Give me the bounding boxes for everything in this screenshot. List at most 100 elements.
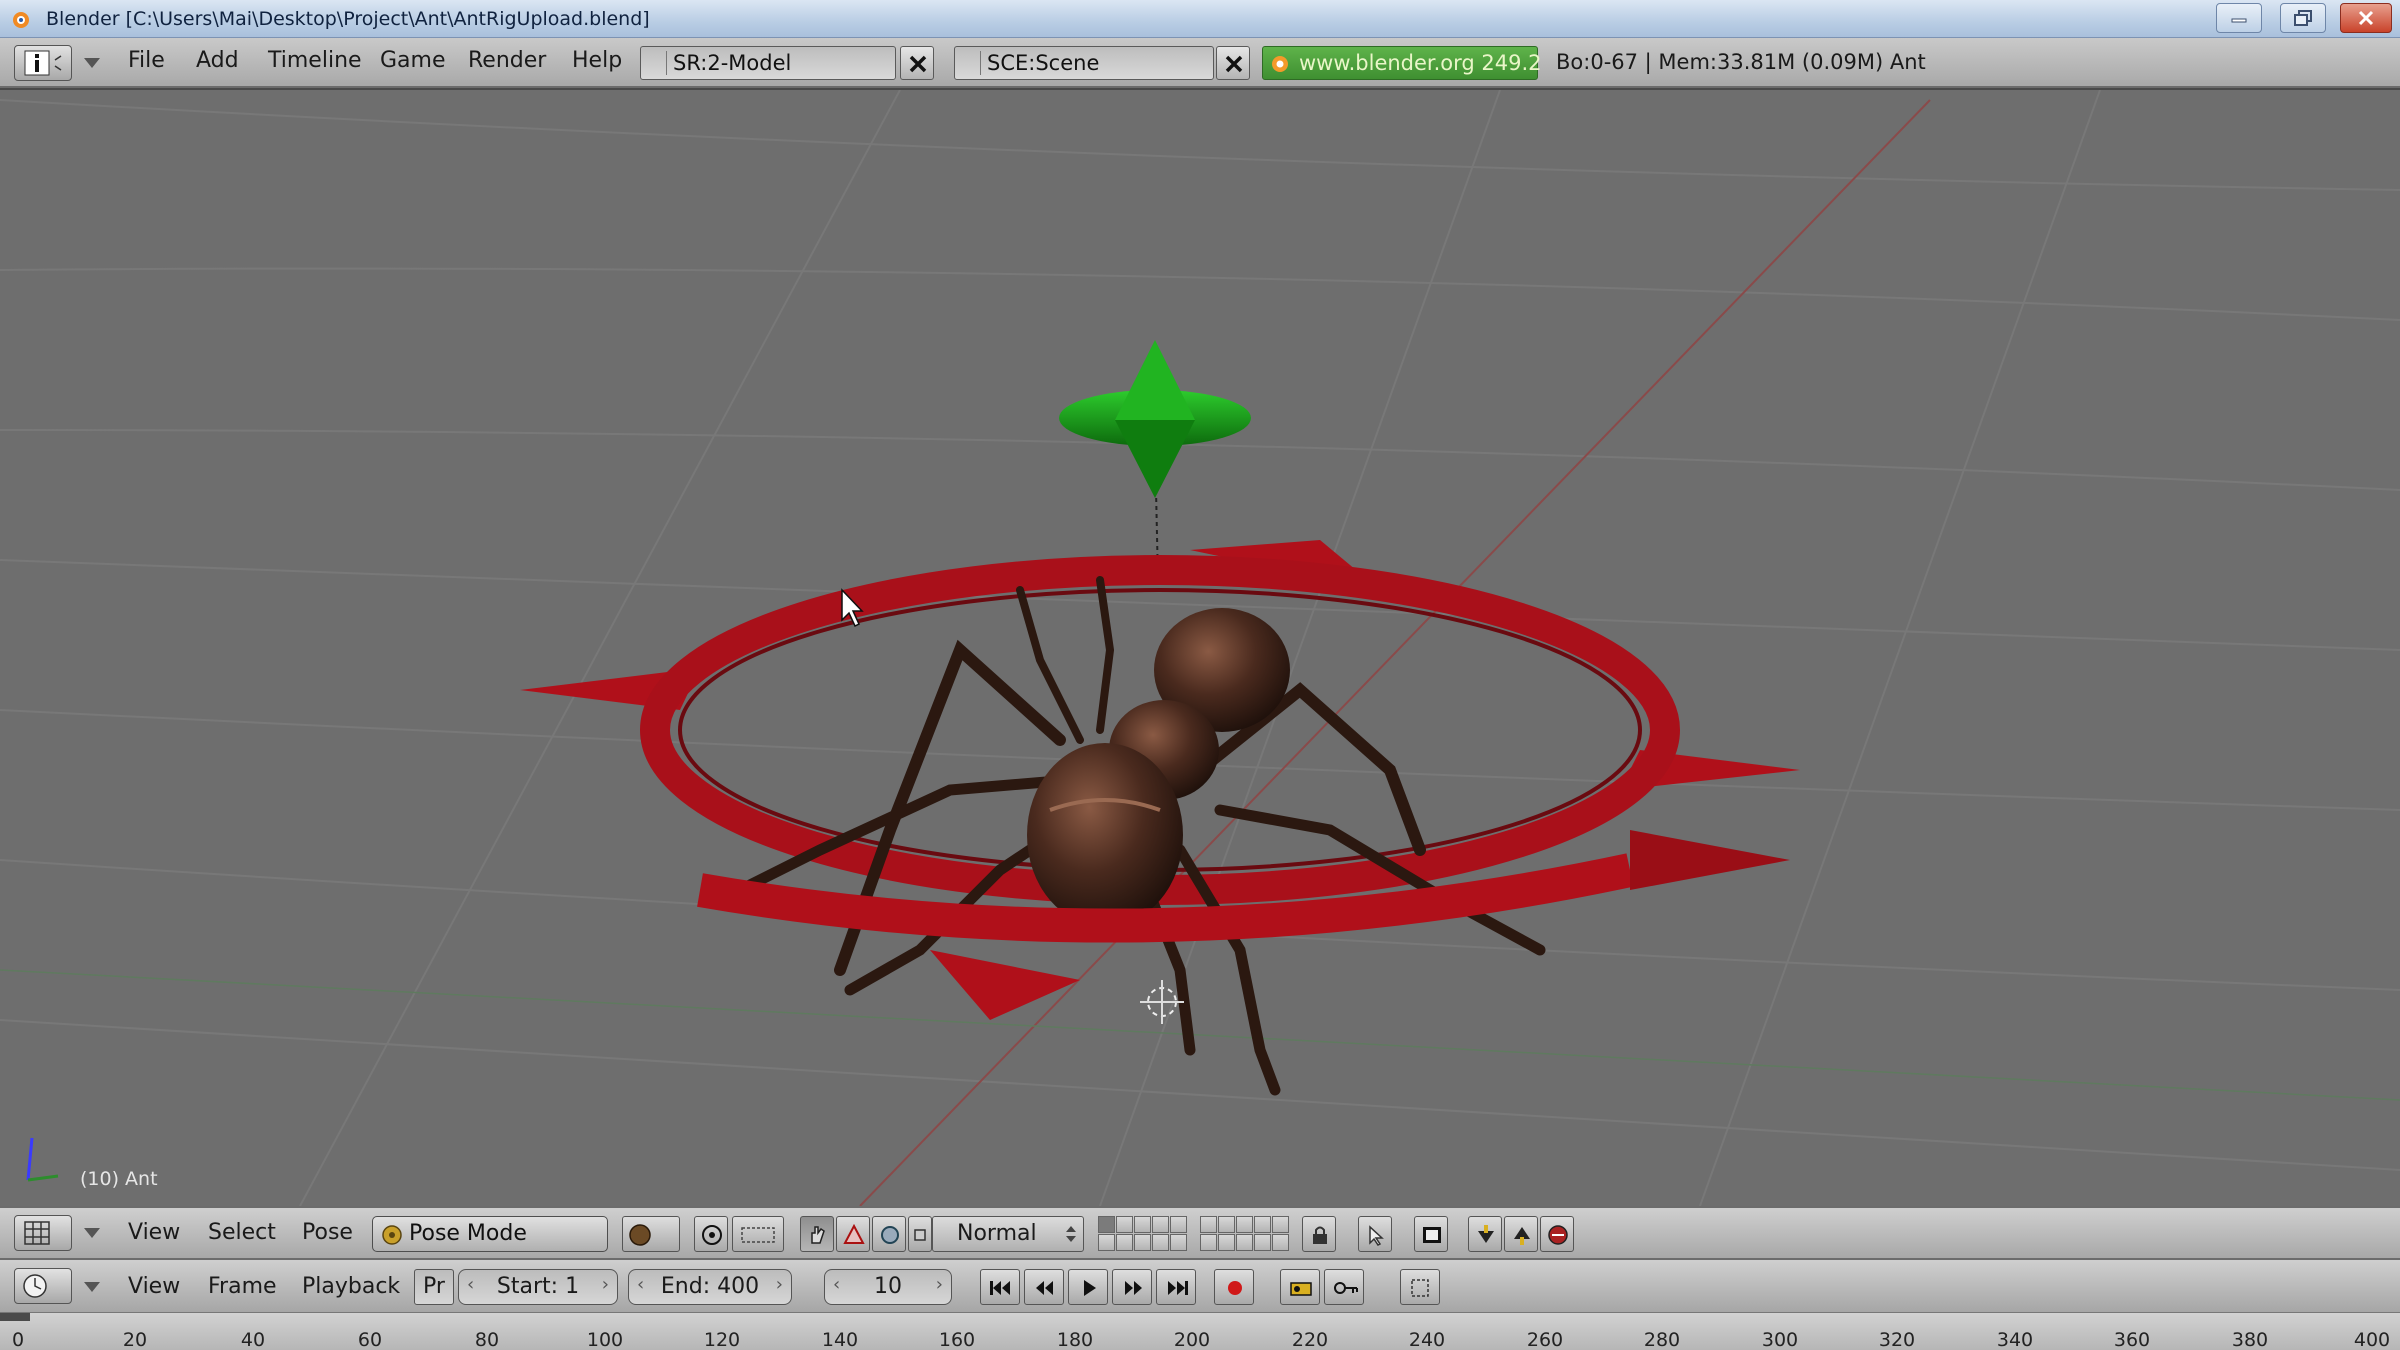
key-icon [1290, 1282, 1312, 1296]
mode-selector[interactable]: Pose Mode [372, 1216, 608, 1252]
copy-pose-button[interactable] [1358, 1216, 1392, 1252]
increment-arrow-icon[interactable]: › [776, 1274, 783, 1295]
preview-range-toggle[interactable]: Pr [414, 1269, 454, 1305]
minimize-button[interactable] [2216, 3, 2262, 33]
collapse-menus-icon[interactable] [82, 1226, 102, 1240]
start-frame-field[interactable]: ‹ Start: 1 › [458, 1269, 618, 1305]
pose-mode-icon [382, 1225, 402, 1245]
ruler-tick: 180 [1056, 1329, 1094, 1350]
previous-keyframe-button[interactable] [1024, 1269, 1064, 1305]
x-axis-line [859, 99, 1931, 1206]
ruler-tick: 120 [703, 1329, 741, 1350]
key-down-icon [1478, 1225, 1494, 1243]
collapse-menus-icon[interactable] [82, 1280, 102, 1294]
spinner-arrows-icon [1066, 1226, 1076, 1242]
frame-ruler[interactable]: 0 20 40 60 80 100 120 140 160 180 200 22… [0, 1312, 2400, 1350]
ruler-tick: 140 [821, 1329, 859, 1350]
close-window-button[interactable] [2340, 3, 2392, 33]
menu-frame[interactable]: Frame [208, 1274, 277, 1299]
dropdown-arrow-icon [959, 51, 981, 75]
play-button[interactable] [1068, 1269, 1108, 1305]
menu-pose[interactable]: Pose [302, 1220, 353, 1245]
restore-button[interactable] [2280, 3, 2326, 33]
menu-help[interactable]: Help [572, 48, 622, 73]
auto-keyframe-button[interactable] [1324, 1269, 1364, 1305]
record-icon [1228, 1281, 1242, 1295]
keying-set-button[interactable] [1280, 1269, 1320, 1305]
pivot-selector[interactable] [694, 1216, 728, 1252]
increment-arrow-icon[interactable]: › [602, 1274, 609, 1295]
timeline-header: View Frame Playback Pr ‹ Start: 1 › ‹ En… [0, 1258, 2400, 1312]
menu-render[interactable]: Render [468, 48, 546, 73]
decrement-arrow-icon[interactable]: ‹ [467, 1274, 474, 1295]
rotate-manipulator-button[interactable] [872, 1216, 906, 1252]
triangle-icon [843, 1223, 865, 1244]
scene-stats: Bo:0-67 | Mem:33.81M (0.09M) Ant [1556, 50, 1926, 74]
preview-range-label: Pr [423, 1274, 445, 1299]
close-icon [1225, 55, 1243, 73]
layer-buttons-group-2[interactable] [1200, 1216, 1289, 1251]
menu-select[interactable]: Select [208, 1220, 276, 1245]
3d-view-header: View Select Pose Pose Mode Normal [0, 1206, 2400, 1258]
ruler-tick: 40 [240, 1329, 266, 1350]
manipulator-toggle[interactable] [800, 1216, 834, 1252]
key-up-icon [1514, 1227, 1530, 1245]
blender-website-link[interactable]: www.blender.org 249.2 [1262, 46, 1542, 80]
decrement-arrow-icon[interactable]: ‹ [833, 1274, 840, 1295]
record-button[interactable] [1214, 1269, 1254, 1305]
layer-buttons-group-1[interactable] [1098, 1216, 1187, 1251]
close-icon [909, 55, 927, 73]
editor-type-selector[interactable] [14, 1268, 72, 1304]
lock-layers-button[interactable] [1302, 1216, 1336, 1252]
ruler-tick: 300 [1761, 1329, 1799, 1350]
current-frame-field[interactable]: ‹ 10 › [824, 1269, 952, 1305]
menu-add[interactable]: Add [196, 48, 239, 73]
editor-type-selector[interactable] [14, 45, 72, 81]
jump-to-start-button[interactable] [980, 1269, 1020, 1305]
increment-arrow-icon[interactable]: › [936, 1274, 943, 1295]
end-frame-field[interactable]: ‹ End: 400 › [628, 1269, 792, 1305]
transform-orientation-selector[interactable]: Normal [932, 1216, 1084, 1252]
current-frame-value: 10 [874, 1274, 902, 1299]
menu-file[interactable]: File [128, 48, 165, 73]
3d-view-grid-icon [24, 1221, 50, 1245]
dashed-square-icon [1411, 1279, 1429, 1297]
ruler-tick: 220 [1291, 1329, 1329, 1350]
paste-flipped-pose-button[interactable] [1540, 1216, 1574, 1252]
translate-manipulator-button[interactable] [836, 1216, 870, 1252]
menu-playback[interactable]: Playback [302, 1274, 400, 1299]
play-icon [1084, 1280, 1096, 1296]
decrement-arrow-icon[interactable]: ‹ [637, 1274, 644, 1295]
jump-to-end-button[interactable] [1156, 1269, 1196, 1305]
paste-pose-button[interactable] [1504, 1216, 1538, 1252]
scene-selector[interactable]: SCE:Scene [954, 46, 1214, 80]
menu-view[interactable]: View [128, 1220, 180, 1245]
collapse-menus-icon[interactable] [82, 56, 102, 70]
info-header: File Add Timeline Game Render Help SR:2-… [0, 38, 2400, 88]
shading-solid-icon [629, 1224, 651, 1246]
sync-button[interactable] [1400, 1269, 1440, 1305]
render-view-button[interactable] [1414, 1216, 1448, 1252]
menu-game[interactable]: Game [380, 48, 446, 73]
window-titlebar[interactable]: Blender [C:\Users\Mai\Desktop\Project\An… [0, 0, 2400, 38]
next-keyframe-button[interactable] [1112, 1269, 1152, 1305]
scale-manipulator-button[interactable] [908, 1216, 932, 1252]
ruler-tick: 260 [1526, 1329, 1564, 1350]
editor-type-selector[interactable] [14, 1215, 72, 1251]
menu-timeline[interactable]: Timeline [268, 48, 362, 73]
y-axis-line [0, 969, 2400, 1101]
delete-scene-button[interactable] [1216, 46, 1250, 80]
screen-selector[interactable]: SR:2-Model [640, 46, 896, 80]
ruler-tick: 160 [938, 1329, 976, 1350]
orientation-label: Normal [957, 1221, 1037, 1246]
axis-gizmo-icon [26, 1137, 59, 1182]
rotate-icon [881, 1226, 899, 1244]
green-control-bone [1059, 340, 1251, 498]
insert-key-button[interactable] [1468, 1216, 1502, 1252]
draw-type-selector[interactable] [622, 1216, 680, 1252]
menu-view[interactable]: View [128, 1274, 180, 1299]
3d-viewport[interactable]: (10) Ant [0, 90, 2400, 1206]
skip-start-icon [990, 1281, 1010, 1295]
delete-screen-button[interactable] [900, 46, 934, 80]
viewport-clipping-button[interactable] [732, 1216, 784, 1252]
